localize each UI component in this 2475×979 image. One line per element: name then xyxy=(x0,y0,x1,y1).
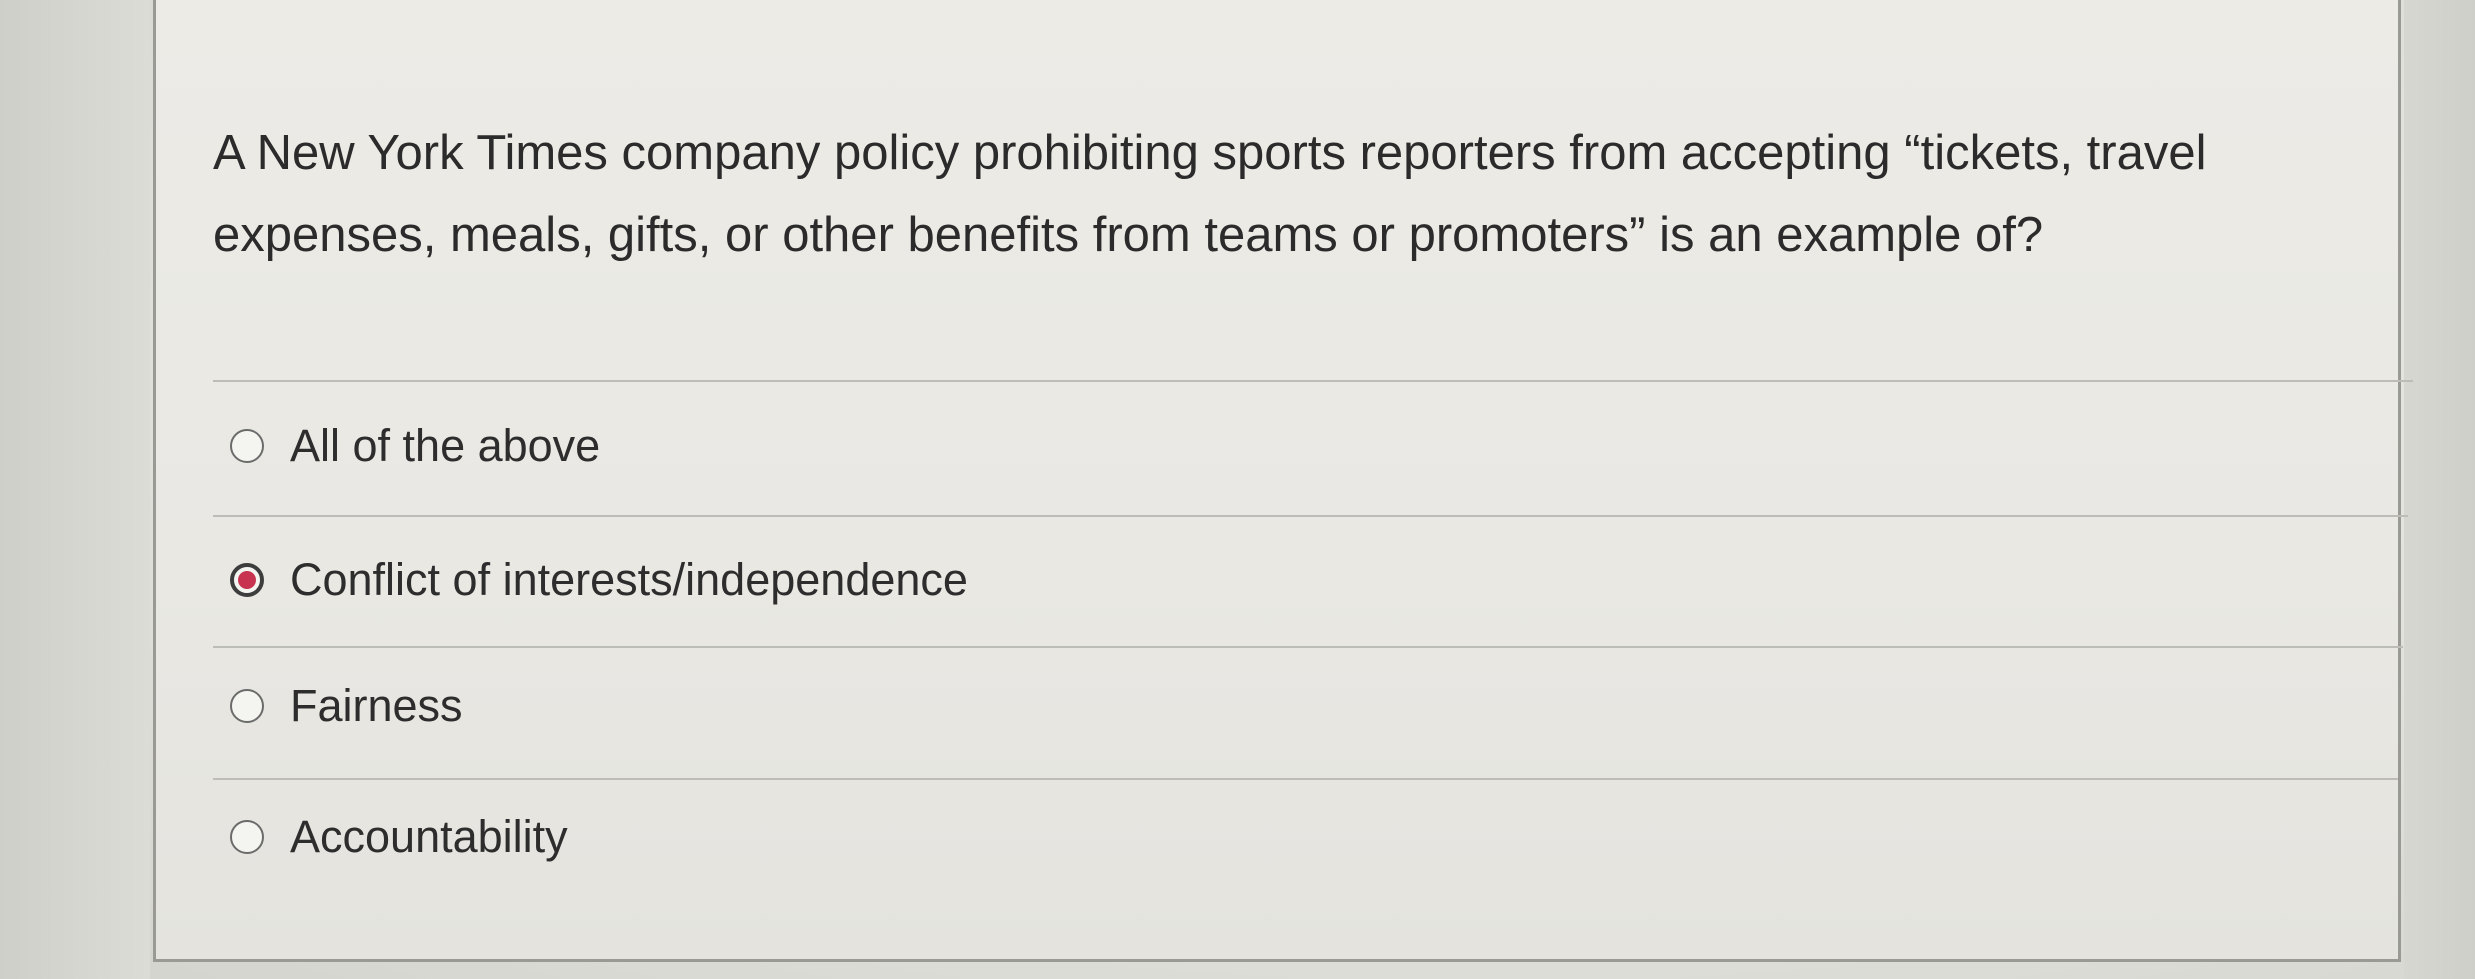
option-label: All of the above xyxy=(290,420,601,471)
divider xyxy=(213,646,2403,648)
question-card: A New York Times company policy prohibit… xyxy=(153,0,2413,962)
radio-selected-dot xyxy=(238,571,256,589)
option-label: Fairness xyxy=(290,680,463,731)
option-label: Accountability xyxy=(290,811,568,862)
radio-button[interactable] xyxy=(230,689,264,723)
option-accountability[interactable]: Accountability xyxy=(230,807,568,867)
right-margin xyxy=(2404,0,2475,979)
radio-button[interactable] xyxy=(230,820,264,854)
question-text: A New York Times company policy prohibit… xyxy=(213,126,2207,262)
divider xyxy=(213,515,2408,517)
radio-button[interactable] xyxy=(230,429,264,463)
divider xyxy=(213,778,2398,780)
divider xyxy=(213,380,2413,382)
option-conflict-of-interests[interactable]: Conflict of interests/independence xyxy=(230,550,968,610)
option-fairness[interactable]: Fairness xyxy=(230,676,463,736)
left-margin xyxy=(0,0,150,979)
radio-button-selected[interactable] xyxy=(230,563,264,597)
option-all-of-the-above[interactable]: All of the above xyxy=(230,416,600,476)
option-label: Conflict of interests/independence xyxy=(290,554,968,605)
